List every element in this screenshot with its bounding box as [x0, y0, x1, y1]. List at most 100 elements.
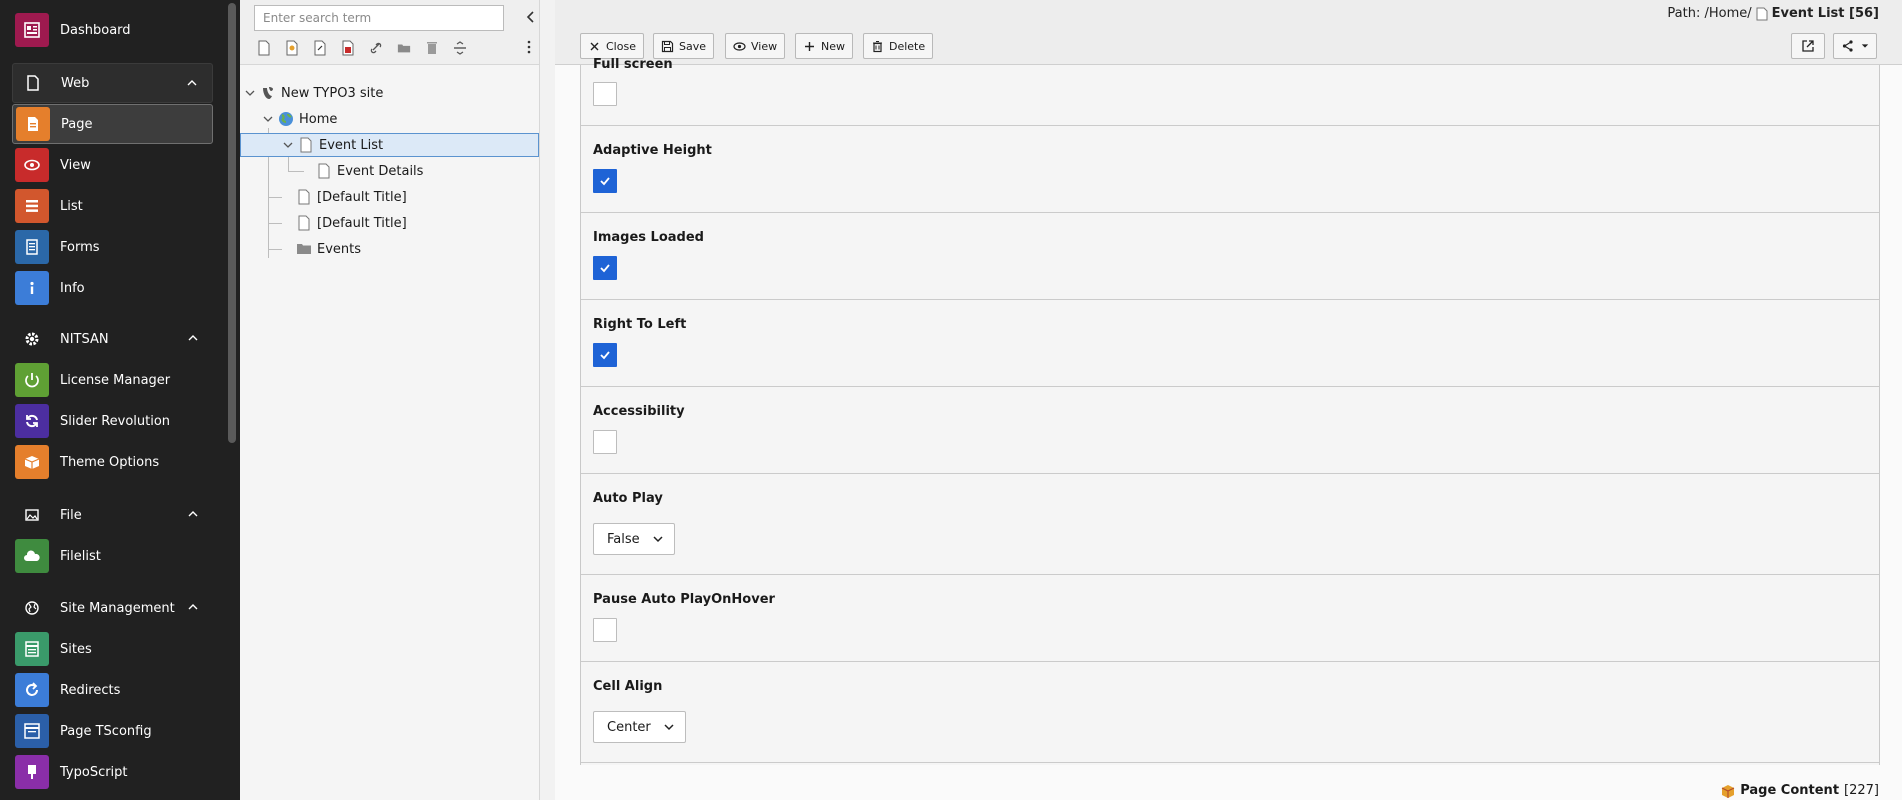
forms-icon: [15, 230, 49, 264]
tree-connector: [288, 171, 304, 172]
path-prefix: Path: /Home/: [1667, 6, 1752, 21]
content-element-icon: [1721, 784, 1735, 798]
chevron-down-icon[interactable]: [244, 87, 256, 99]
tree-node-label: Events: [317, 241, 362, 257]
share-button[interactable]: [1833, 33, 1877, 59]
module-label: Info: [60, 280, 85, 296]
close-icon: [590, 42, 599, 50]
field-cell-align: Cell Align Center: [581, 662, 1879, 763]
folder-icon[interactable]: [394, 38, 414, 58]
chevron-down-icon[interactable]: [262, 113, 274, 125]
module-filelist[interactable]: Filelist: [12, 536, 213, 576]
tree-node-events[interactable]: Events: [292, 237, 361, 261]
tree-search-input[interactable]: [254, 5, 504, 31]
tree-node-home[interactable]: Home: [262, 107, 337, 131]
right-to-left-checkbox[interactable]: [593, 343, 617, 367]
tree-node-label: New TYPO3 site: [281, 85, 384, 101]
module-menu: Dashboard Web Page View List Forms Info …: [0, 0, 240, 800]
gear-icon: [15, 322, 49, 356]
folder-icon: [296, 241, 312, 257]
module-theme-options[interactable]: Theme Options: [12, 442, 213, 482]
module-label: Dashboard: [60, 22, 131, 38]
globe-icon: [15, 591, 49, 625]
tree-node-label: Event Details: [337, 163, 424, 179]
module-typoscript[interactable]: TypoScript: [12, 752, 213, 792]
chevron-up-icon: [187, 80, 197, 86]
delete-button[interactable]: Delete: [863, 33, 934, 59]
page-icon: [298, 137, 314, 153]
tree-connector: [268, 249, 282, 250]
new-link-page-icon[interactable]: [310, 38, 330, 58]
module-list[interactable]: List: [12, 186, 213, 226]
tree-node-root[interactable]: New TYPO3 site: [244, 81, 383, 105]
module-page-tsconfig[interactable]: Page TSconfig: [12, 711, 213, 751]
module-sites[interactable]: Sites: [12, 629, 213, 669]
caret-down-icon: [1861, 44, 1869, 48]
tree-node-default-title[interactable]: [Default Title]: [292, 211, 407, 235]
close-label: Close: [606, 39, 636, 53]
separator-icon[interactable]: [450, 38, 470, 58]
link-icon[interactable]: [366, 38, 386, 58]
chevron-down-icon: [664, 724, 674, 731]
tree-node-event-details[interactable]: Event Details: [312, 159, 423, 183]
module-info[interactable]: Info: [12, 268, 213, 308]
group-web[interactable]: Web: [12, 63, 213, 103]
module-label: Filelist: [60, 548, 101, 564]
delete-label: Delete: [889, 39, 926, 53]
module-slider-revolution[interactable]: Slider Revolution: [12, 401, 213, 441]
new-button[interactable]: New: [795, 33, 853, 59]
group-label: Web: [61, 75, 90, 91]
module-redirects[interactable]: Redirects: [12, 670, 213, 710]
module-forms[interactable]: Forms: [12, 227, 213, 267]
group-file[interactable]: File: [12, 495, 213, 535]
field-full-screen: Full screen: [581, 57, 1879, 126]
module-label: Page TSconfig: [60, 723, 152, 739]
select-value: False: [607, 531, 640, 547]
new-mountpoint-icon[interactable]: [338, 38, 358, 58]
group-site-management[interactable]: Site Management: [12, 588, 213, 628]
group-label: NITSAN: [60, 331, 109, 347]
redirect-icon: [15, 673, 49, 707]
cloud-icon: [15, 539, 49, 573]
chevron-up-icon: [188, 335, 198, 341]
checkmark-icon: [600, 351, 610, 360]
tree-node-event-list[interactable]: Event List: [240, 133, 539, 157]
module-license-manager[interactable]: License Manager: [12, 360, 213, 400]
field-images-loaded: Images Loaded: [581, 213, 1879, 300]
module-label: Redirects: [60, 682, 121, 698]
field-label: Auto Play: [593, 491, 663, 506]
open-new-window-button[interactable]: [1791, 33, 1825, 59]
field-pause-auto-play-on-hover: Pause Auto PlayOnHover: [581, 575, 1879, 662]
module-view[interactable]: View: [12, 145, 213, 185]
new-shortcut-page-icon[interactable]: [282, 38, 302, 58]
tree-scrollbar[interactable]: [539, 0, 540, 800]
tree-node-label: [Default Title]: [317, 189, 407, 205]
page-title: Event List [56]: [1771, 6, 1879, 21]
tree-node-default-title[interactable]: [Default Title]: [292, 185, 407, 209]
info-icon: [15, 271, 49, 305]
close-button[interactable]: Close: [580, 33, 644, 59]
auto-play-select[interactable]: False: [593, 523, 675, 555]
module-dashboard[interactable]: Dashboard: [12, 10, 213, 50]
full-screen-checkbox[interactable]: [593, 82, 617, 106]
trash-icon: [873, 40, 882, 52]
recycler-icon[interactable]: [422, 38, 442, 58]
accessibility-checkbox[interactable]: [593, 430, 617, 454]
field-label: Accessibility: [593, 404, 685, 419]
group-nitsan[interactable]: NITSAN: [12, 319, 213, 359]
collapse-panel-icon[interactable]: [523, 9, 539, 25]
module-menu-scrollbar[interactable]: [228, 3, 236, 443]
tree-node-label: Home: [299, 111, 338, 127]
pause-auto-play-checkbox[interactable]: [593, 618, 617, 642]
new-page-icon[interactable]: [254, 38, 274, 58]
images-loaded-checkbox[interactable]: [593, 256, 617, 280]
cell-align-select[interactable]: Center: [593, 711, 686, 743]
view-button[interactable]: View: [725, 33, 786, 59]
module-page[interactable]: Page: [12, 104, 213, 144]
page-tree-panel: New TYPO3 site Home Event List Event Det…: [240, 0, 540, 800]
save-button[interactable]: Save: [653, 33, 715, 59]
module-label: Slider Revolution: [60, 413, 171, 429]
chevron-down-icon[interactable]: [282, 139, 294, 151]
more-options-icon[interactable]: [526, 39, 532, 55]
adaptive-height-checkbox[interactable]: [593, 169, 617, 193]
